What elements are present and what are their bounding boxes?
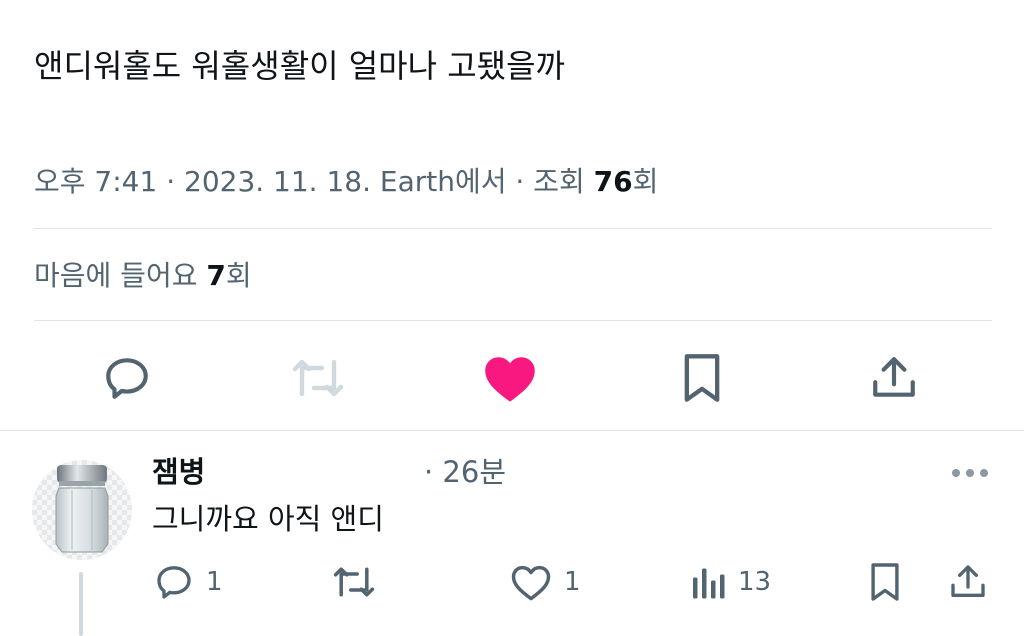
likes-count: 7 (206, 259, 226, 292)
reply-like-button[interactable]: 1 (510, 560, 581, 604)
tweet-timestamp: 오후 7:41 · 2023. 11. 18. Earth에서 · 조회 (34, 165, 594, 198)
reply-views-button[interactable]: 13 (690, 560, 771, 604)
reply-retweet-button[interactable] (330, 560, 378, 604)
more-icon (952, 469, 988, 477)
reply-count: 1 (206, 567, 223, 597)
bookmark-icon (871, 563, 899, 601)
bookmark-icon (684, 354, 720, 402)
jar-avatar (32, 460, 132, 560)
retweet-icon (292, 359, 344, 397)
reply-reply-button[interactable]: 1 (154, 560, 223, 604)
tweet-text: 앤디워홀도 워홀생활이 얼마나 고됐을까 (34, 47, 565, 85)
reply-like-count: 1 (564, 567, 581, 597)
share-icon (951, 565, 985, 597)
thread-line (79, 572, 83, 636)
reply-share-button[interactable] (948, 560, 988, 604)
share-button[interactable] (866, 350, 922, 406)
divider (34, 228, 992, 229)
bookmark-button[interactable] (676, 350, 728, 406)
share-icon (873, 357, 915, 397)
section-divider (0, 430, 1024, 431)
reply-icon (106, 358, 148, 399)
divider (34, 320, 992, 321)
reply-author-name[interactable]: 잼병 (152, 452, 205, 492)
reply-icon (157, 566, 191, 599)
tweet-meta: 오후 7:41 · 2023. 11. 18. Earth에서 · 조회 76회 (34, 162, 658, 202)
more-button[interactable] (948, 458, 992, 488)
view-count-suffix: 회 (632, 165, 659, 198)
reply-button[interactable] (98, 350, 156, 406)
retweet-icon (333, 567, 375, 597)
retweet-button[interactable] (286, 350, 350, 406)
avatar[interactable] (32, 460, 132, 560)
likes-suffix: 회 (225, 259, 252, 292)
heart-icon (511, 565, 551, 601)
likes-summary[interactable]: 마음에 들어요 7회 (34, 256, 252, 296)
reply-text: 그니까요 아직 앤디 (152, 502, 384, 536)
heart-icon (485, 357, 535, 402)
like-button[interactable] (480, 350, 540, 406)
reply-bookmark-button[interactable] (868, 560, 902, 604)
reply-view-count: 13 (738, 567, 772, 597)
view-count: 76 (593, 165, 633, 198)
reply-timestamp[interactable]: · 26분 (424, 452, 506, 492)
views-chart-icon (693, 568, 725, 599)
likes-label: 마음에 들어요 (34, 259, 207, 292)
